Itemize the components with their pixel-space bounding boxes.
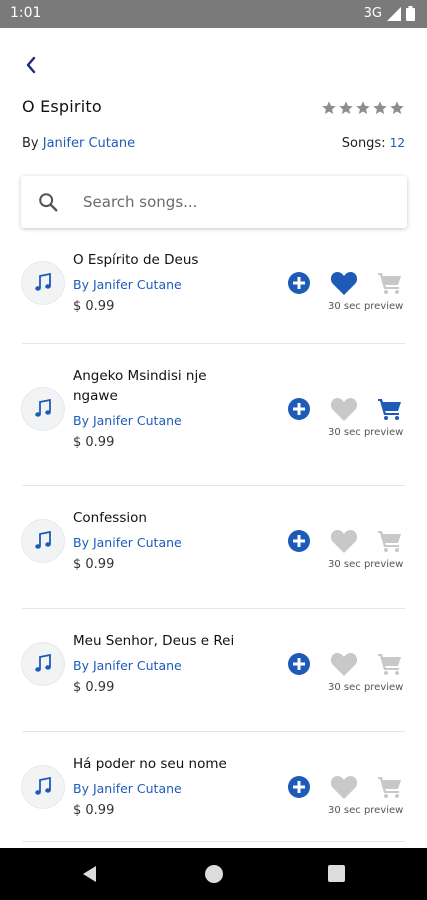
rating-stars[interactable] bbox=[321, 100, 405, 116]
music-note-icon bbox=[35, 531, 51, 549]
by-prefix: By bbox=[22, 136, 43, 151]
nav-home-icon[interactable] bbox=[205, 865, 223, 883]
cart-icon[interactable] bbox=[377, 271, 403, 295]
status-time: 1:01 bbox=[10, 5, 42, 21]
songs-count-value: 12 bbox=[389, 136, 405, 150]
add-to-playlist-button[interactable] bbox=[287, 271, 311, 295]
preview-label[interactable]: 30 sec preview bbox=[328, 559, 403, 570]
song-thumbnail bbox=[21, 642, 65, 686]
add-to-playlist-button[interactable] bbox=[287, 529, 311, 553]
search-icon bbox=[39, 193, 58, 212]
song-price: $ 0.99 bbox=[73, 680, 115, 695]
preview-label[interactable]: 30 sec preview bbox=[328, 427, 403, 438]
status-indicators: 3G bbox=[364, 6, 415, 21]
music-note-icon bbox=[35, 654, 51, 672]
song-artist[interactable]: By Janifer Cutane bbox=[73, 781, 182, 796]
song-title: Confession bbox=[73, 510, 147, 526]
like-heart-icon[interactable] bbox=[330, 396, 358, 422]
music-note-icon bbox=[35, 777, 51, 795]
song-row[interactable]: O Espírito de Deus By Janifer Cutane $ 0… bbox=[0, 238, 427, 344]
song-price: $ 0.99 bbox=[73, 803, 115, 818]
like-heart-icon[interactable] bbox=[330, 774, 358, 800]
star-icon[interactable] bbox=[338, 100, 354, 116]
cart-icon[interactable] bbox=[377, 529, 403, 553]
like-heart-icon[interactable] bbox=[330, 651, 358, 677]
preview-label[interactable]: 30 sec preview bbox=[328, 805, 403, 816]
song-thumbnail bbox=[21, 519, 65, 563]
song-artist[interactable]: By Janifer Cutane bbox=[73, 658, 182, 673]
add-to-playlist-button[interactable] bbox=[287, 397, 311, 421]
add-to-playlist-button[interactable] bbox=[287, 775, 311, 799]
star-icon[interactable] bbox=[389, 100, 405, 116]
album-title: O Espirito bbox=[22, 97, 102, 116]
song-title: Angeko Msindisi nje ngawe bbox=[73, 368, 207, 404]
like-heart-icon[interactable] bbox=[330, 270, 358, 296]
song-title: Há poder no seu nome bbox=[73, 756, 227, 772]
chevron-left-icon bbox=[26, 56, 36, 74]
preview-label[interactable]: 30 sec preview bbox=[328, 301, 403, 312]
song-row[interactable]: Meu Senhor, Deus e Rei By Janifer Cutane… bbox=[0, 609, 427, 732]
star-icon[interactable] bbox=[355, 100, 371, 116]
song-thumbnail bbox=[21, 261, 65, 305]
nav-back-icon[interactable] bbox=[80, 864, 100, 884]
song-artist[interactable]: By Janifer Cutane bbox=[73, 535, 182, 550]
star-icon[interactable] bbox=[372, 100, 388, 116]
signal-icon bbox=[387, 6, 401, 21]
album-artist-link[interactable]: Janifer Cutane bbox=[43, 136, 135, 151]
song-price: $ 0.99 bbox=[73, 435, 115, 450]
status-bar: 1:01 3G bbox=[0, 0, 427, 28]
song-artist[interactable]: By Janifer Cutane bbox=[73, 277, 182, 292]
song-thumbnail bbox=[21, 387, 65, 431]
cart-icon[interactable] bbox=[377, 652, 403, 676]
songs-label: Songs: bbox=[341, 136, 390, 151]
album-artist-line: By Janifer Cutane bbox=[22, 136, 135, 151]
row-divider bbox=[22, 841, 405, 842]
like-heart-icon[interactable] bbox=[330, 528, 358, 554]
song-list: O Espírito de Deus By Janifer Cutane $ 0… bbox=[0, 238, 427, 842]
search-input[interactable] bbox=[83, 193, 383, 211]
song-row[interactable]: Há poder no seu nome By Janifer Cutane $… bbox=[0, 732, 427, 842]
song-title: Meu Senhor, Deus e Rei bbox=[73, 633, 235, 649]
system-nav-bar bbox=[0, 848, 427, 900]
song-price: $ 0.99 bbox=[73, 299, 115, 314]
music-note-icon bbox=[35, 273, 51, 291]
battery-icon bbox=[406, 6, 415, 21]
music-note-icon bbox=[35, 399, 51, 417]
search-box[interactable] bbox=[21, 176, 407, 228]
song-artist[interactable]: By Janifer Cutane bbox=[73, 413, 182, 428]
song-price: $ 0.99 bbox=[73, 557, 115, 572]
song-row[interactable]: Angeko Msindisi nje ngawe By Janifer Cut… bbox=[0, 344, 427, 486]
song-title: O Espírito de Deus bbox=[73, 252, 199, 268]
cart-icon[interactable] bbox=[377, 397, 403, 421]
song-row[interactable]: Confession By Janifer Cutane $ 0.99 30 s… bbox=[0, 486, 427, 609]
network-label: 3G bbox=[363, 6, 382, 21]
cart-icon[interactable] bbox=[377, 775, 403, 799]
songs-count: Songs: 12 bbox=[342, 136, 405, 151]
song-thumbnail bbox=[21, 765, 65, 809]
nav-recent-apps-icon[interactable] bbox=[328, 865, 345, 882]
star-icon[interactable] bbox=[321, 100, 337, 116]
back-button[interactable] bbox=[18, 52, 44, 78]
add-to-playlist-button[interactable] bbox=[287, 652, 311, 676]
preview-label[interactable]: 30 sec preview bbox=[328, 682, 403, 693]
